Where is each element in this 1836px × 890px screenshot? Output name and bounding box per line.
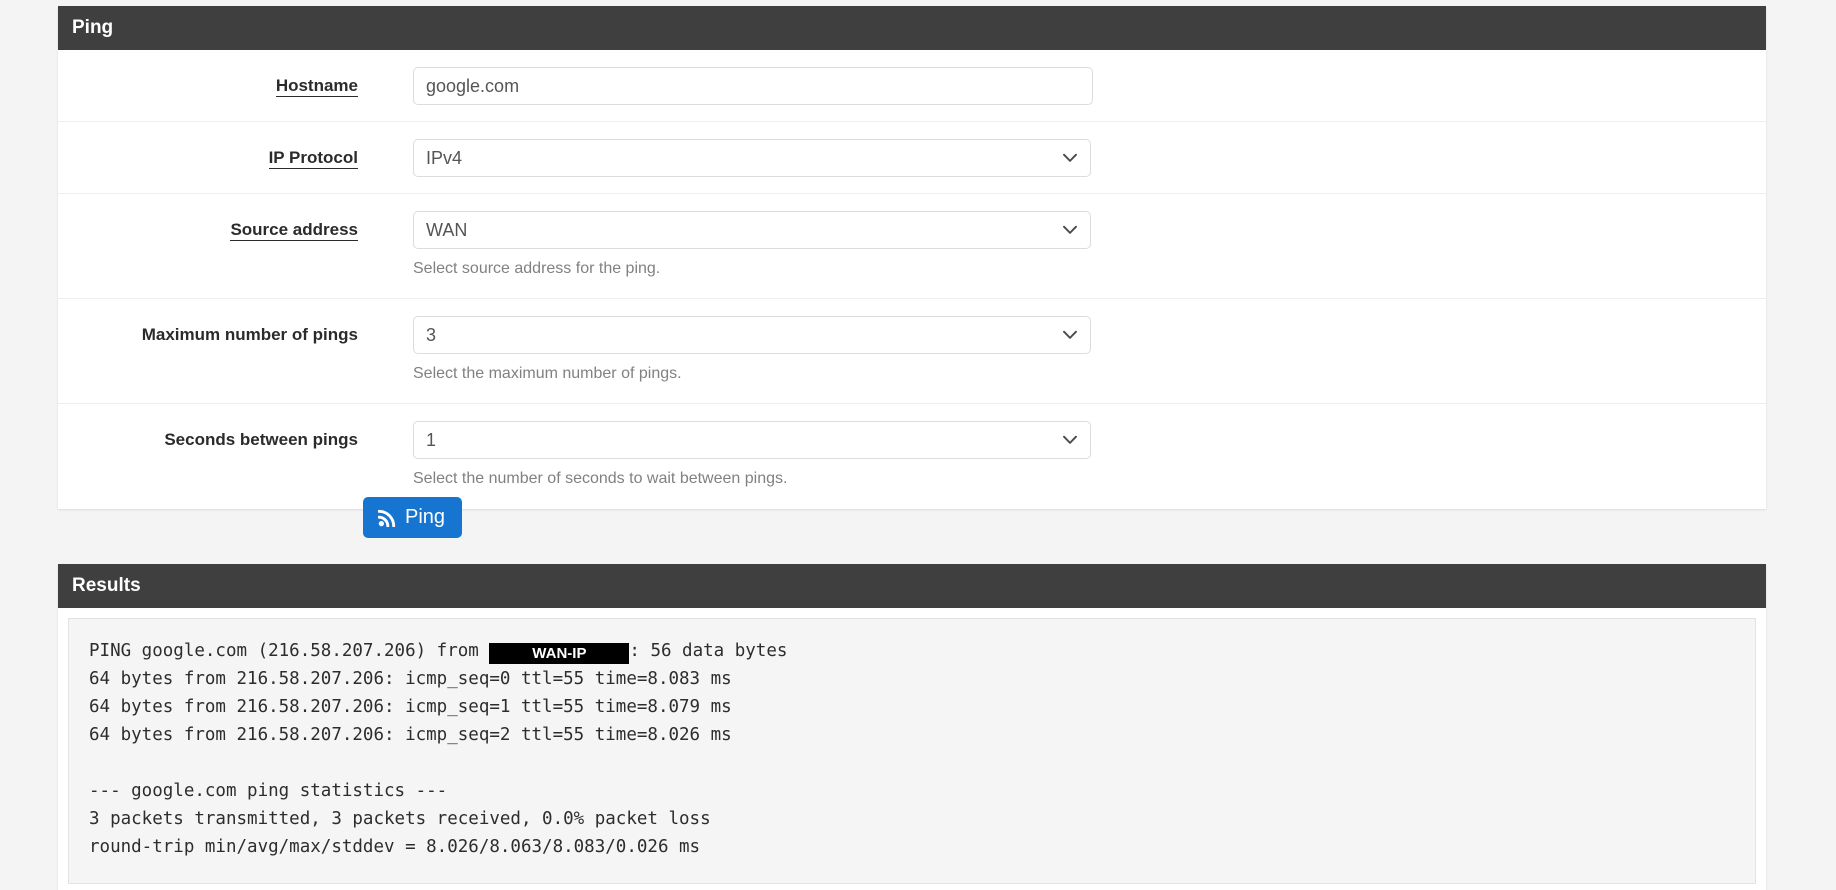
select-value: IPv4 [426,148,463,168]
field-label-text: Seconds between pings [164,430,358,450]
field-label-text: Maximum number of pings [141,325,358,345]
redacted-wan-ip: WAN-IP [489,643,630,664]
field-control-wrap: google.com [358,50,1766,105]
field-help-text: Select the number of seconds to wait bet… [413,470,788,488]
field-control-wrap: 3 Select the maximum number of pings. [358,299,1766,403]
output-line: 64 bytes from 216.58.207.206: icmp_seq=2… [89,725,732,745]
results-panel-title: Results [58,564,1766,608]
form-row: IP Protocol IPv4 [58,122,1766,194]
form-row: Hostname google.com [58,50,1766,122]
field-label-text: Source address [230,220,358,241]
ping-button-area: Ping [363,497,463,538]
results-panel: Results PING google.com (216.58.207.206)… [58,564,1766,890]
ping-output-text[interactable]: PING google.com (216.58.207.206) from WA… [68,618,1756,884]
select-value: 3 [426,325,437,346]
ping-button-label: Ping [405,506,446,528]
output-line: round-trip min/avg/max/stddev = 8.026/8.… [89,837,701,857]
output-line: PING google.com (216.58.207.206) from WA… [89,637,1735,665]
output-line-suffix: : 56 data bytes [629,641,788,661]
select-ip-protocol[interactable]: IPv4 [413,139,1091,177]
select-maximum-number-of-pings[interactable]: 3 [413,316,1091,355]
field-label: Hostname [58,50,358,97]
output-line-prefix: PING google.com (216.58.207.206) from [89,641,490,661]
field-label-text: IP Protocol [268,148,358,169]
ping-panel-title: Ping [58,6,1766,50]
output-line: --- google.com ping statistics --- [89,781,448,801]
results-panel-footer [58,884,1766,890]
field-help-text: Select the maximum number of pings. [413,365,682,383]
form-row: Maximum number of pings 3 Select the maxim… [58,299,1766,405]
select-seconds-between-pings[interactable]: 1 [413,421,1091,460]
select-wrap: 3 [413,316,1091,355]
output-line: 64 bytes from 216.58.207.206: icmp_seq=1… [89,697,732,717]
select-value: WAN [426,220,468,240]
output-line: 64 bytes from 216.58.207.206: icmp_seq=0… [89,669,732,689]
field-help-text: Select source address for the ping. [413,260,661,277]
select-value: 1 [426,430,437,451]
select-wrap: WAN [413,211,1091,249]
field-control-wrap: IPv4 [358,122,1766,177]
form-row: Source address WAN Select source address f… [58,194,1766,300]
rss-signal-icon [377,508,397,528]
form-row: Seconds between pings 1 Select the number … [58,404,1766,508]
ping-panel: Ping Hostname google.com IP Protocol IPv4 So… [58,6,1766,509]
field-label: Source address [58,194,358,241]
select-wrap: 1 [413,421,1091,460]
ping-diagnostics-page: Ping Hostname google.com IP Protocol IPv4 So… [0,0,1836,890]
output-line: 3 packets transmitted, 3 packets receive… [89,809,711,829]
hostname-input[interactable]: google.com [413,67,1093,105]
field-control-wrap: 1 Select the number of seconds to wait be… [358,404,1766,508]
field-label: Maximum number of pings [58,299,358,345]
ping-button[interactable]: Ping [363,497,463,538]
select-source-address[interactable]: WAN [413,211,1091,249]
select-wrap: IPv4 [413,139,1091,177]
field-label: IP Protocol [58,122,358,169]
field-label-text: Hostname [275,76,358,97]
field-label: Seconds between pings [58,404,358,450]
ping-form: Hostname google.com IP Protocol IPv4 Source … [58,50,1766,509]
field-control-wrap: WAN Select source address for the ping. [358,194,1766,298]
